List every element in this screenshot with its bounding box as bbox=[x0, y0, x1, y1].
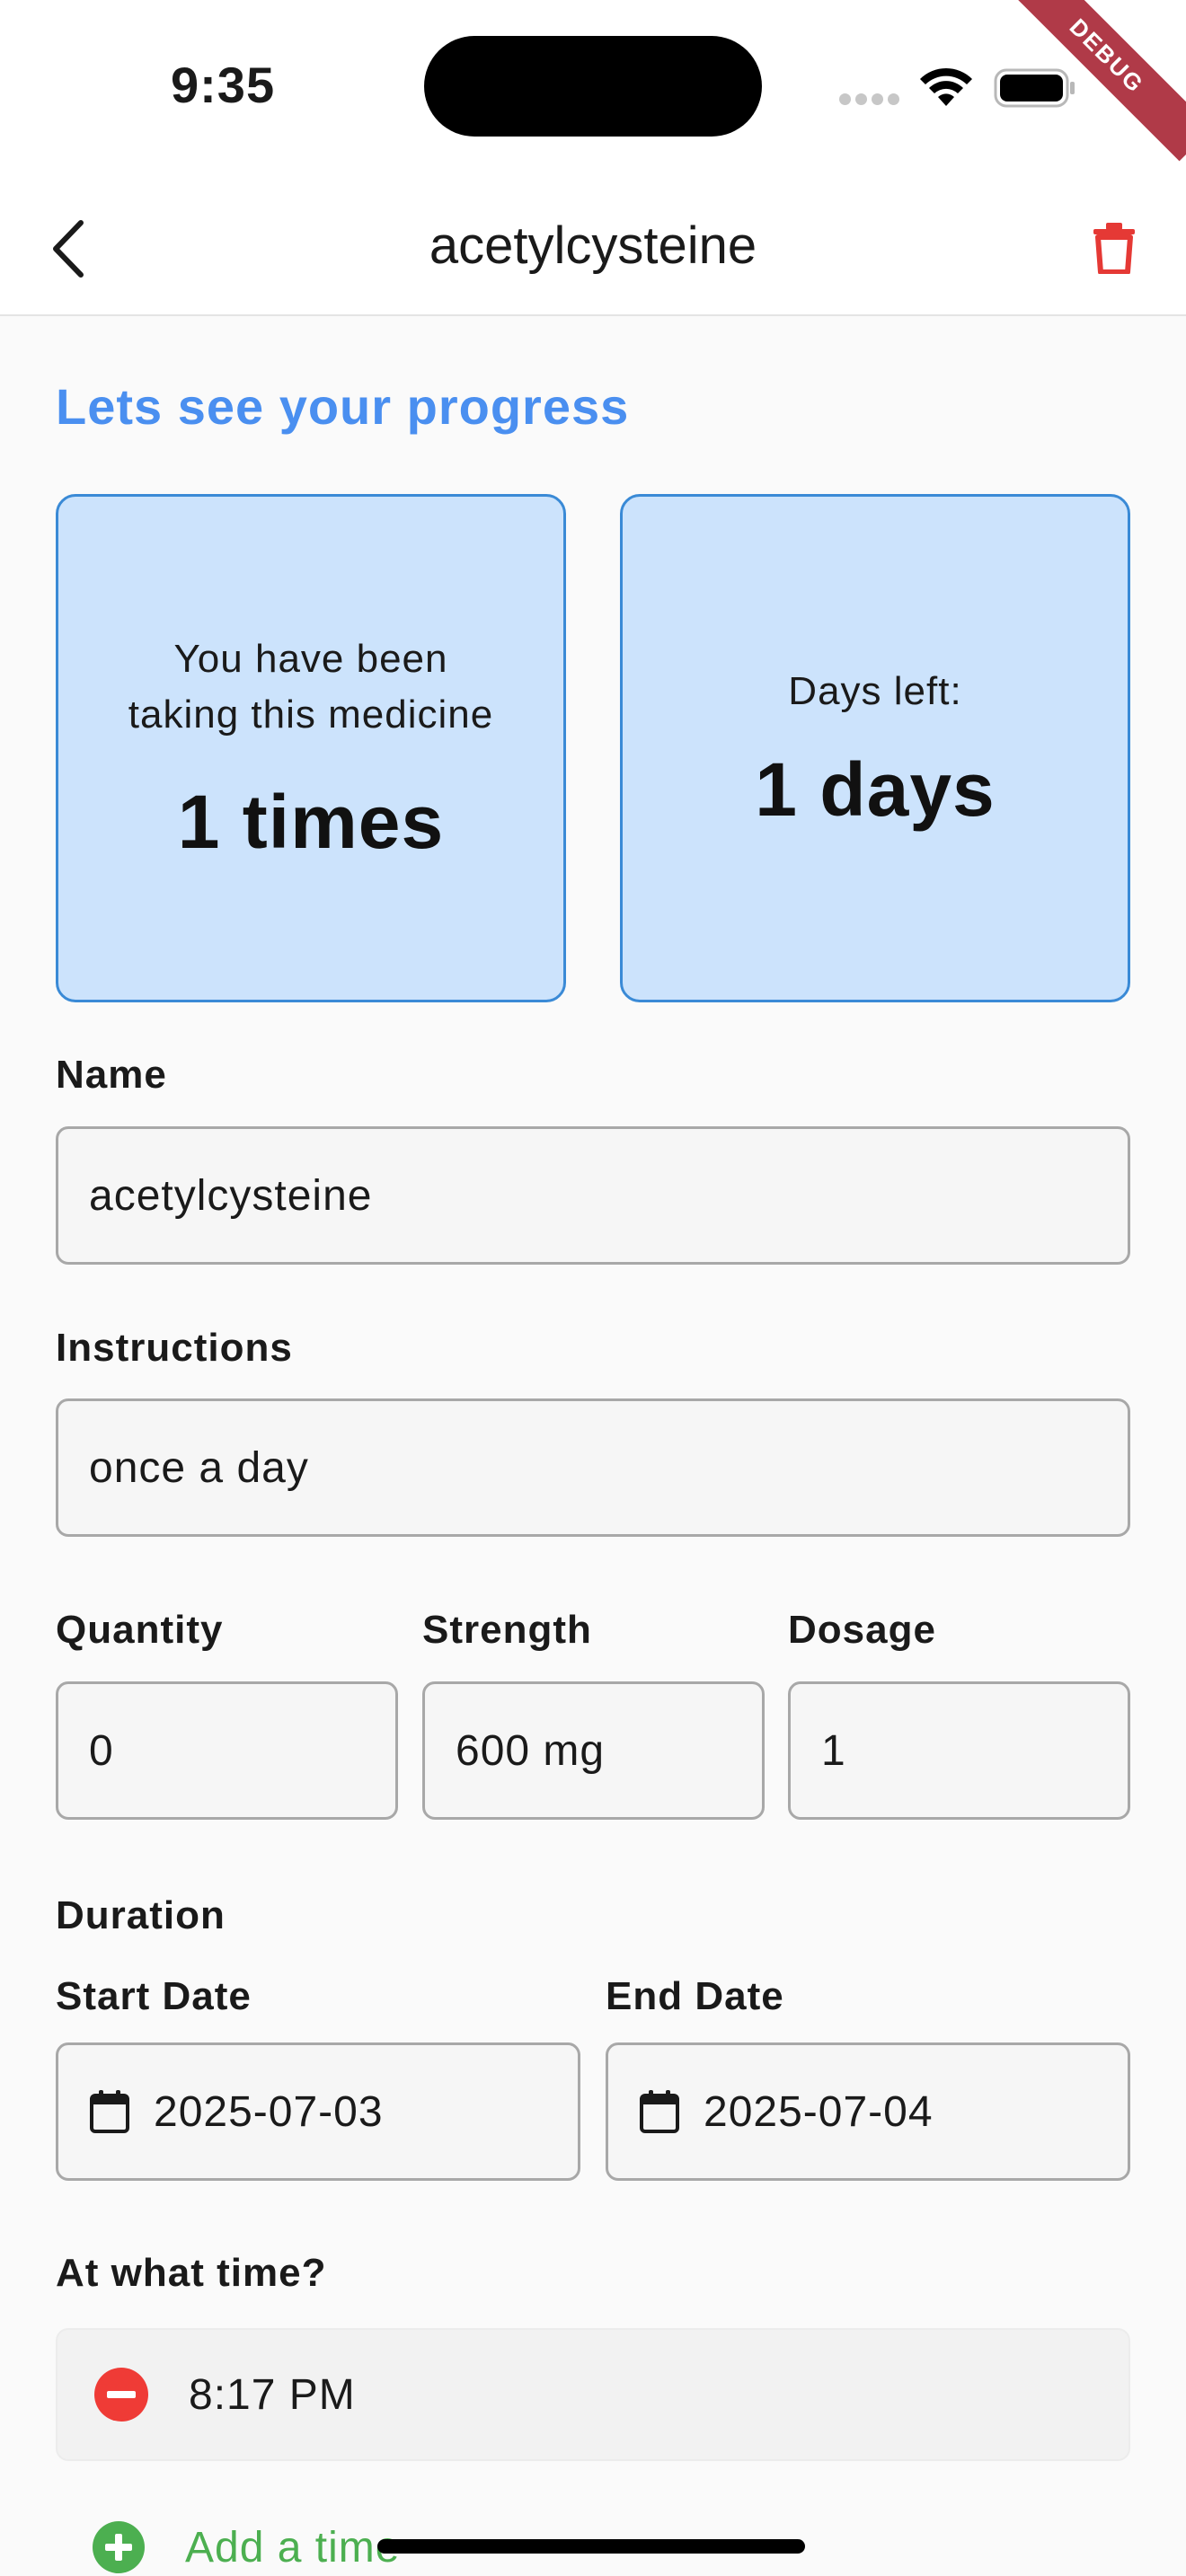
app-bar: acetylcysteine bbox=[0, 180, 1186, 316]
remove-circle-icon bbox=[94, 2368, 148, 2422]
time-entry-row: 8:17 PM bbox=[56, 2328, 1130, 2461]
strength-value: 600 mg bbox=[456, 1726, 606, 1775]
dynamic-island bbox=[424, 36, 762, 137]
add-circle-icon bbox=[93, 2521, 145, 2573]
quantity-field[interactable]: 0 bbox=[56, 1681, 398, 1820]
add-time-label: Add a time bbox=[185, 2523, 401, 2572]
instructions-label: Instructions bbox=[56, 1326, 293, 1370]
dosage-field[interactable]: 1 bbox=[788, 1681, 1130, 1820]
battery-icon bbox=[994, 68, 1076, 112]
days-left-label: Days left: bbox=[788, 668, 962, 713]
wifi-icon bbox=[918, 66, 974, 112]
quantity-value: 0 bbox=[89, 1726, 114, 1775]
dosage-value: 1 bbox=[821, 1726, 846, 1775]
start-date-value: 2025-07-03 bbox=[154, 2087, 384, 2136]
time-entry-value: 8:17 PM bbox=[189, 2370, 356, 2419]
strength-field[interactable]: 600 mg bbox=[422, 1681, 765, 1820]
dosage-label: Dosage bbox=[788, 1608, 936, 1652]
end-date-label: End Date bbox=[606, 1974, 784, 2018]
time-section-label: At what time? bbox=[56, 2251, 327, 2295]
start-date-field[interactable]: 2025-07-03 bbox=[56, 2042, 580, 2181]
start-date-label: Start Date bbox=[56, 1974, 252, 2018]
status-bar: 9:35 DEBUG bbox=[0, 0, 1186, 180]
instructions-value: once a day bbox=[89, 1443, 309, 1492]
name-value: acetylcysteine bbox=[89, 1171, 373, 1220]
end-date-value: 2025-07-04 bbox=[704, 2087, 934, 2136]
end-date-field[interactable]: 2025-07-04 bbox=[606, 2042, 1130, 2181]
calendar-icon bbox=[639, 2089, 680, 2134]
progress-heading: Lets see your progress bbox=[56, 378, 630, 435]
days-left-value: 1 days bbox=[755, 746, 996, 832]
name-field[interactable]: acetylcysteine bbox=[56, 1126, 1130, 1265]
days-left-card: Days left: 1 days bbox=[620, 494, 1130, 1002]
duration-label: Duration bbox=[56, 1893, 226, 1937]
page-title: acetylcysteine bbox=[429, 216, 757, 275]
trash-icon bbox=[1093, 223, 1135, 274]
times-taken-card: You have been taking this medicine 1 tim… bbox=[56, 494, 566, 1002]
strength-label: Strength bbox=[422, 1608, 592, 1652]
times-taken-label-line1: You have been bbox=[173, 636, 448, 681]
add-time-button[interactable]: Add a time bbox=[92, 2520, 400, 2574]
home-indicator[interactable] bbox=[377, 2539, 805, 2554]
name-label: Name bbox=[56, 1053, 167, 1097]
calendar-icon bbox=[89, 2089, 130, 2134]
times-taken-label-line2: taking this medicine bbox=[128, 692, 494, 737]
status-time: 9:35 bbox=[171, 57, 276, 113]
remove-time-button[interactable] bbox=[93, 2367, 149, 2422]
cellular-signal-icon bbox=[839, 93, 899, 105]
instructions-field[interactable]: once a day bbox=[56, 1398, 1130, 1537]
delete-button[interactable] bbox=[1078, 212, 1150, 284]
times-taken-value: 1 times bbox=[177, 779, 445, 864]
quantity-label: Quantity bbox=[56, 1608, 224, 1652]
